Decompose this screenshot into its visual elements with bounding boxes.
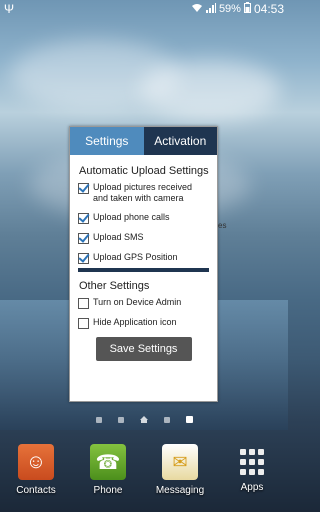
upload-calls-label: Upload phone calls: [93, 212, 170, 222]
automatic-upload-heading: Automatic Upload Settings: [79, 165, 209, 177]
dock-label-contacts: Contacts: [16, 485, 56, 496]
upload-gps-option[interactable]: Upload GPS Position: [78, 252, 209, 264]
dock-label-messaging: Messaging: [155, 485, 205, 496]
settings-dialog: Settings Activation Automatic Upload Set…: [69, 126, 218, 402]
upload-pictures-checkbox[interactable]: [78, 183, 89, 194]
section-divider: [78, 268, 209, 272]
device-admin-checkbox[interactable]: [78, 298, 89, 309]
phone-icon[interactable]: ☎: [90, 444, 126, 480]
device-admin-label: Turn on Device Admin: [93, 297, 182, 307]
dock-apps[interactable]: Apps: [217, 440, 287, 493]
wallpaper-cloud: [140, 60, 280, 120]
upload-pictures-label: Upload pictures received and taken with …: [93, 182, 193, 203]
background-app-text: es: [218, 221, 227, 230]
page-dot[interactable]: [117, 416, 124, 423]
home-page-icon[interactable]: [139, 416, 148, 423]
battery-icon: [243, 2, 251, 16]
upload-gps-checkbox[interactable]: [78, 253, 89, 264]
upload-calls-option[interactable]: Upload phone calls: [78, 212, 209, 224]
device-admin-option[interactable]: Turn on Device Admin: [78, 297, 209, 309]
tab-bar: Settings Activation: [70, 127, 217, 155]
apps-grid-icon[interactable]: [237, 447, 267, 477]
dock-label-phone: Phone: [93, 485, 123, 496]
clock: 04:53: [253, 2, 284, 16]
tab-settings[interactable]: Settings: [70, 127, 144, 155]
save-settings-button[interactable]: Save Settings: [95, 337, 192, 361]
battery-percent: 59%: [218, 3, 241, 15]
contacts-icon[interactable]: ☺: [18, 444, 54, 480]
hide-icon-label: Hide Application icon: [93, 317, 177, 327]
page-dot-active[interactable]: [185, 416, 193, 423]
other-settings-heading: Other Settings: [79, 280, 150, 292]
hide-icon-checkbox[interactable]: [78, 318, 89, 329]
upload-sms-label: Upload SMS: [93, 232, 144, 242]
tab-activation[interactable]: Activation: [143, 127, 217, 155]
dock-messaging[interactable]: ✉ Messaging: [145, 440, 215, 496]
upload-sms-option[interactable]: Upload SMS: [78, 232, 209, 244]
messaging-icon[interactable]: ✉: [162, 444, 198, 480]
app-dock: ☺ Contacts ☎ Phone ✉ Messaging Apps: [0, 440, 288, 512]
dock-label-apps: Apps: [240, 482, 264, 493]
wifi-icon: [191, 3, 203, 16]
usb-icon: Ψ: [4, 2, 15, 16]
upload-calls-checkbox[interactable]: [78, 213, 89, 224]
page-dot[interactable]: [95, 416, 102, 423]
upload-sms-checkbox[interactable]: [78, 233, 89, 244]
hide-icon-option[interactable]: Hide Application icon: [78, 317, 209, 329]
dock-contacts[interactable]: ☺ Contacts: [1, 440, 71, 496]
status-bar: Ψ 59% 04:53: [0, 0, 288, 18]
page-indicator: [0, 416, 288, 423]
dock-phone[interactable]: ☎ Phone: [73, 440, 143, 496]
upload-gps-label: Upload GPS Position: [93, 252, 178, 262]
signal-icon: [205, 2, 216, 16]
upload-pictures-option[interactable]: Upload pictures received and taken with …: [78, 182, 209, 204]
page-dot[interactable]: [163, 416, 170, 423]
